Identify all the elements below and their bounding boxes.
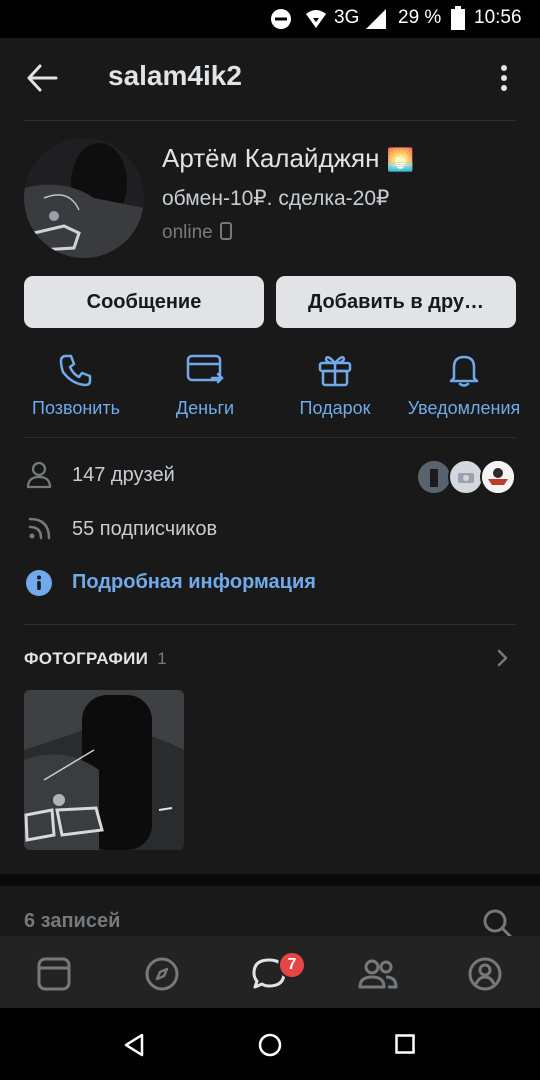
system-nav-bar xyxy=(0,1008,540,1080)
friends-count[interactable]: 147 друзей xyxy=(72,464,175,487)
sunrise-emoji-icon: 🌅 xyxy=(386,147,415,172)
call-label: Позвонить xyxy=(32,398,120,418)
money-label: Деньги xyxy=(175,398,235,418)
header-divider xyxy=(24,120,516,121)
rss-icon xyxy=(28,517,51,540)
avatar-image xyxy=(24,138,144,258)
messages-badge: 7 xyxy=(278,951,306,979)
profile-name-text: Артём Калайджян xyxy=(162,143,380,173)
wifi-data-icon xyxy=(306,10,326,28)
user-icon xyxy=(26,461,52,489)
top-bar xyxy=(0,38,540,120)
friend-avatar xyxy=(416,459,452,495)
friend-avatar-image xyxy=(482,461,514,493)
bottom-tab-bar xyxy=(0,936,540,1008)
profile-status: обмен-10₽. сделка-20₽ xyxy=(162,187,390,210)
recents-square-icon[interactable] xyxy=(394,1033,416,1055)
chevron-right-icon[interactable] xyxy=(496,649,510,667)
info-icon xyxy=(26,570,52,596)
friend-avatar xyxy=(448,459,484,495)
friend-avatar xyxy=(480,459,516,495)
notifications-label: Уведомления xyxy=(407,398,521,418)
home-circle-icon[interactable] xyxy=(257,1032,283,1058)
compass-icon[interactable] xyxy=(144,956,180,992)
friends-avatars[interactable] xyxy=(416,459,516,495)
more-vertical-icon[interactable] xyxy=(496,64,512,92)
section-separator xyxy=(0,874,540,886)
photos-count: 1 xyxy=(157,649,167,668)
online-status: online xyxy=(162,222,232,244)
money-transfer-icon xyxy=(186,354,224,384)
add-friend-button[interactable]: Добавить в дру… xyxy=(276,276,516,328)
back-triangle-icon[interactable] xyxy=(122,1032,146,1058)
page-title: salam4ik2 xyxy=(108,60,242,91)
photos-section-header[interactable]: ФОТОГРАФИИ 1 xyxy=(24,649,167,669)
subscribers-count[interactable]: 55 подписчиков xyxy=(72,518,217,541)
phone-icon xyxy=(59,354,92,387)
records-count: 6 записей xyxy=(24,910,121,932)
avatar[interactable] xyxy=(24,138,144,258)
camera-icon xyxy=(458,473,474,483)
photos-title: ФОТОГРАФИИ xyxy=(24,649,149,668)
battery-percent: 29 % xyxy=(398,7,442,28)
clock: 10:56 xyxy=(474,7,522,28)
arrow-left-icon[interactable] xyxy=(26,64,58,92)
status-bar: 3G 29 % 10:56 xyxy=(0,0,540,38)
battery-icon xyxy=(451,6,465,30)
gift-icon xyxy=(318,355,352,387)
friends-icon[interactable] xyxy=(358,956,398,992)
bell-icon xyxy=(449,355,479,387)
network-type: 3G xyxy=(334,7,360,28)
profile-icon[interactable] xyxy=(467,956,503,992)
info-divider xyxy=(24,624,516,625)
online-label: online xyxy=(162,222,213,243)
message-button[interactable]: Сообщение xyxy=(24,276,264,328)
actions-divider xyxy=(24,437,516,438)
friend-avatar-image xyxy=(418,461,450,493)
photo-image xyxy=(24,690,184,850)
signal-icon xyxy=(366,9,386,29)
photo-thumbnail[interactable] xyxy=(24,690,184,850)
profile-name: Артём Калайджян 🌅 xyxy=(162,143,414,174)
news-icon[interactable] xyxy=(36,956,72,992)
mobile-icon xyxy=(220,222,232,240)
do-not-disturb-icon xyxy=(271,9,291,29)
gift-label: Подарок xyxy=(299,398,371,418)
detailed-info-link[interactable]: Подробная информация xyxy=(72,571,316,594)
